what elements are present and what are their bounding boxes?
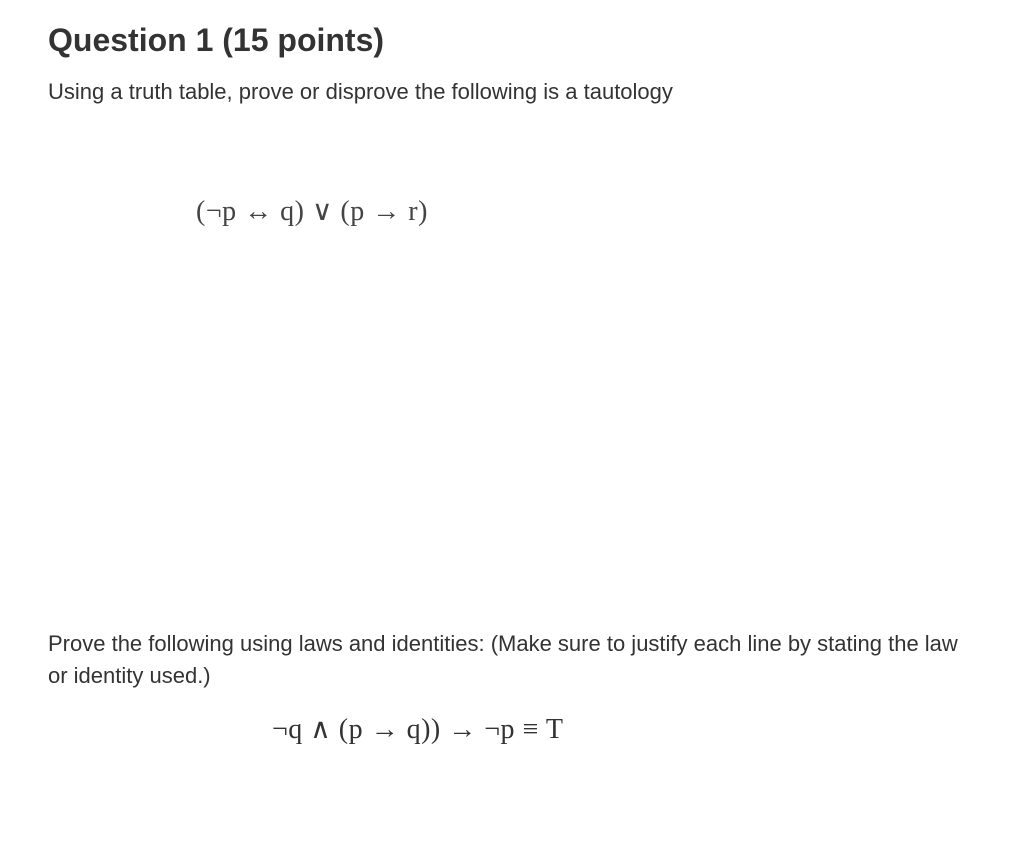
question-title: Question 1 (15 points) xyxy=(48,22,976,59)
part1-instruction: Using a truth table, prove or disprove t… xyxy=(48,77,976,108)
part2-instruction: Prove the following using laws and ident… xyxy=(48,628,976,692)
formula-2: ¬q ∧ (p → q)) → ¬p ≡ T xyxy=(272,712,976,746)
work-space xyxy=(48,228,976,628)
formula-1: (¬p ↔ q) ∨ (p → r) xyxy=(196,194,976,228)
